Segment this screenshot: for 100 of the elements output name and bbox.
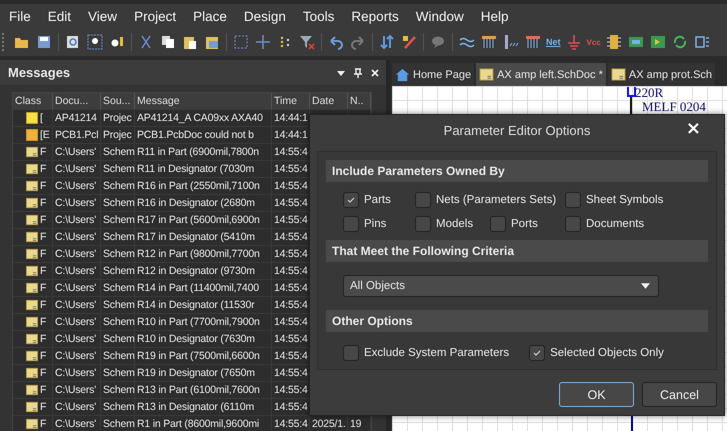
table-cell: R17 in Designator (5410m — [135, 229, 272, 245]
menu-item[interactable]: Place — [184, 8, 235, 24]
menu-item[interactable]: File — [0, 8, 39, 24]
document-icon — [26, 214, 38, 226]
table-cell: Schem — [101, 280, 135, 296]
table-cell: R16 in Designator (2680m — [135, 195, 272, 211]
column-header[interactable]: Docu... — [53, 93, 101, 109]
select-box-icon[interactable] — [233, 34, 249, 50]
table-cell: C:\Users' — [53, 246, 101, 262]
table-cell-text: F — [40, 298, 46, 313]
filter-clear-icon[interactable] — [299, 34, 315, 50]
section-header: That Meet the Following Criteria — [326, 240, 708, 262]
table-cell: 19 — [350, 418, 362, 430]
table-cell-text: F — [40, 162, 46, 177]
checkbox[interactable]: Exclude System Parameters — [343, 345, 510, 361]
checkbox[interactable]: Nets (Parameters Sets) — [415, 192, 565, 208]
checkbox[interactable]: Pins — [343, 216, 415, 232]
table-cell: Schem — [101, 246, 135, 262]
pen-icon[interactable] — [401, 34, 417, 50]
ground-icon[interactable] — [566, 34, 582, 50]
menu-item[interactable]: Project — [125, 8, 184, 24]
table-cell-text: [E — [40, 128, 50, 143]
checkbox[interactable]: Sheet Symbols — [565, 192, 708, 208]
column-header[interactable]: Message — [135, 93, 272, 109]
column-header[interactable]: Time — [272, 93, 310, 109]
table-cell: Schem — [101, 399, 135, 415]
table-cell: R14 in Part (11400mil,7400 — [135, 280, 272, 296]
menu-item[interactable]: Tools — [294, 8, 342, 24]
board-icon[interactable] — [628, 34, 644, 50]
menu-item[interactable]: Design — [234, 8, 294, 24]
checkbox[interactable]: Parts — [343, 192, 415, 208]
document-tab[interactable]: AX amp left.SchDoc * — [476, 63, 606, 86]
harness-icon[interactable] — [525, 34, 541, 50]
table-cell: Schem — [101, 229, 135, 245]
document-icon — [26, 163, 38, 175]
crosshair-icon[interactable] — [255, 34, 271, 50]
ok-button[interactable]: OK — [559, 382, 634, 407]
caret-icon — [641, 283, 650, 289]
net-label-tool[interactable]: Net — [545, 37, 562, 47]
document-icon — [26, 265, 38, 277]
menu-item[interactable]: Edit — [38, 8, 80, 24]
table-cell: C:\Users' — [53, 263, 101, 279]
menu-item[interactable]: Help — [472, 8, 516, 24]
criteria-dropdown[interactable]: All Objects — [343, 275, 659, 297]
table-cell: R14 in Designator (11530r — [135, 297, 272, 313]
menu-item[interactable]: Reports — [342, 8, 407, 24]
document-icon — [26, 367, 38, 379]
table-cell: C:\Users' — [53, 212, 101, 228]
column-header[interactable]: Class — [13, 93, 53, 109]
wire — [630, 97, 632, 115]
save-icon[interactable] — [36, 34, 52, 50]
table-cell-text: F — [40, 366, 46, 381]
chat-icon[interactable] — [430, 34, 446, 50]
table-cell-text: F — [40, 417, 46, 431]
document-tab[interactable]: AX amp prot.Sch — [608, 63, 716, 86]
document-icon — [26, 384, 38, 396]
redo-icon[interactable] — [350, 34, 366, 50]
port-icon[interactable] — [694, 34, 710, 50]
checkbox[interactable]: Documents — [565, 216, 708, 232]
table-cell: R12 in Part (9800mil,7700n — [135, 246, 272, 262]
recycle-icon[interactable] — [672, 34, 688, 50]
arrows-icon[interactable] — [379, 34, 395, 50]
column-header[interactable]: Sou... — [101, 93, 135, 109]
table-cell: C:\Users' — [53, 195, 101, 211]
close-icon[interactable] — [370, 68, 380, 78]
pin-icon[interactable] — [353, 68, 363, 78]
menu-item[interactable]: View — [79, 8, 126, 24]
undo-icon[interactable] — [328, 34, 344, 50]
table-cell-text: F — [40, 230, 46, 245]
table-cell: R13 in Part (6100mil,7600n — [135, 382, 272, 398]
table-cell: Schem — [101, 144, 135, 160]
cancel-button[interactable]: Cancel — [642, 382, 717, 407]
chip-icon[interactable] — [606, 34, 622, 50]
checkbox[interactable]: Selected Objects Only — [529, 345, 664, 361]
column-header[interactable]: Date — [310, 93, 348, 109]
table-cell-text: F — [40, 315, 46, 330]
document-tab[interactable]: Home Page — [392, 63, 474, 86]
copy-icon[interactable] — [160, 34, 176, 50]
table-cell-text: [ — [40, 111, 43, 126]
zoom-area-icon[interactable] — [87, 34, 103, 50]
table-cell: Schem — [101, 212, 135, 228]
paste-icon[interactable] — [182, 34, 198, 50]
document-icon — [26, 299, 38, 311]
table-cell: C:\Users' — [53, 178, 101, 194]
zoom-page-icon[interactable] — [65, 34, 81, 50]
house-icon — [395, 67, 410, 82]
pin-marker — [627, 87, 636, 97]
table-cell: C:\Users' — [53, 365, 101, 381]
checkbox[interactable]: Models — [415, 216, 490, 232]
table-cell: C:\Users' — [53, 314, 101, 330]
sheet-icon[interactable] — [650, 34, 666, 50]
table-cell: C:\Users' — [53, 382, 101, 398]
menu-item[interactable]: Window — [406, 8, 472, 24]
bus-icon[interactable] — [481, 34, 497, 50]
column-header[interactable]: N.. — [348, 93, 371, 109]
close-button[interactable]: × — [682, 119, 704, 139]
checkbox[interactable]: Ports — [490, 216, 565, 232]
bus-entry-icon[interactable] — [503, 34, 519, 50]
table-cell: PCB1.Pcl — [53, 127, 101, 143]
clipboard-icon[interactable] — [204, 34, 220, 50]
